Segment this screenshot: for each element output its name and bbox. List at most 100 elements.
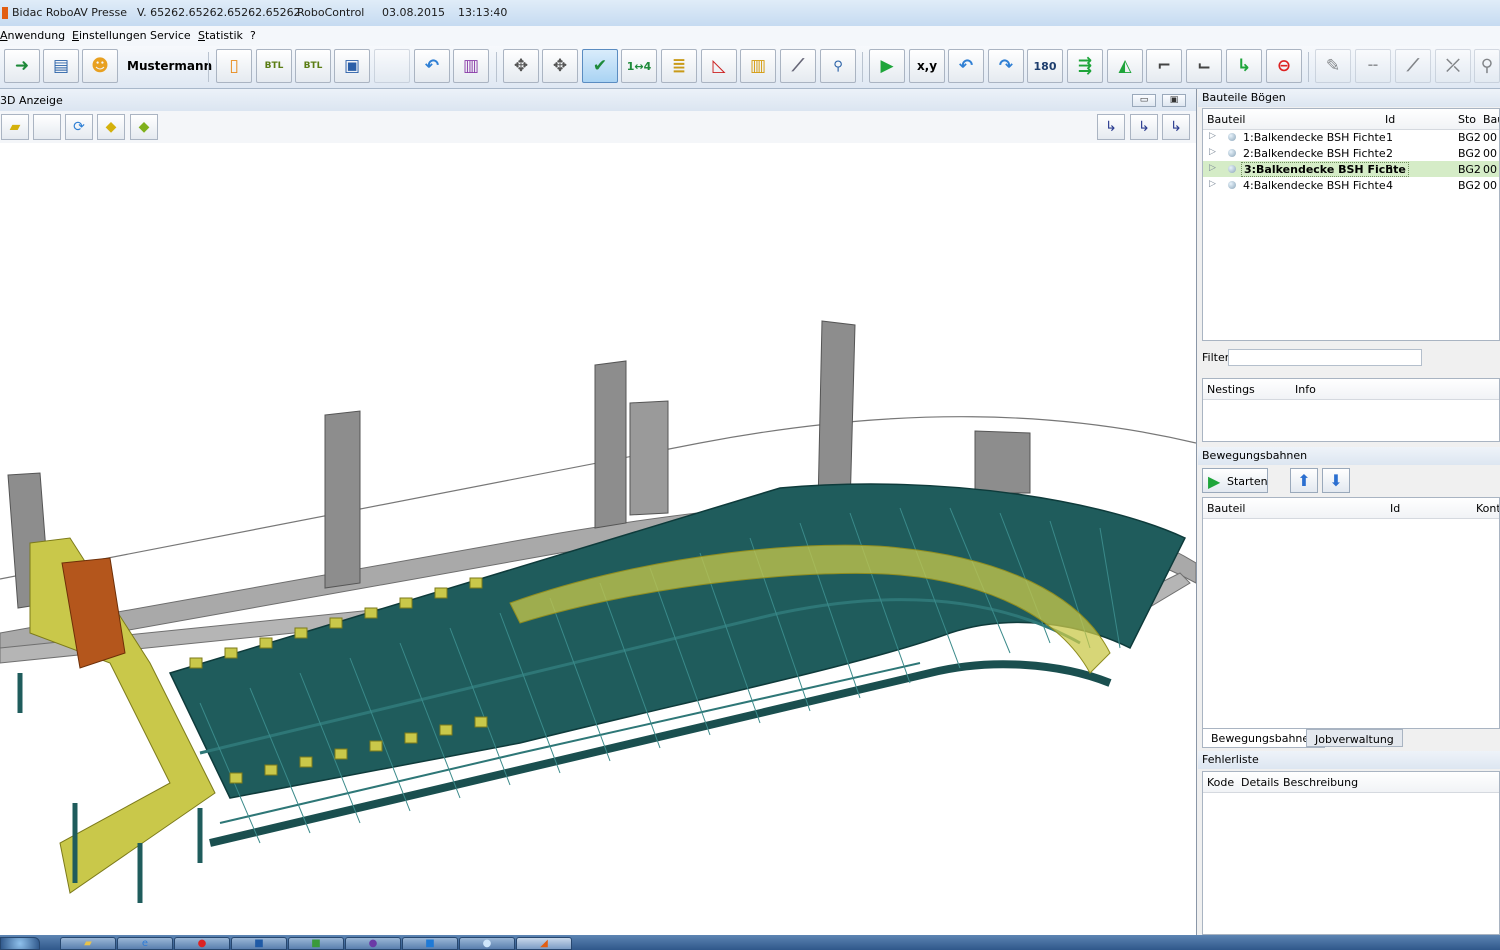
column-header-details[interactable]: Details (1241, 776, 1279, 789)
taskbar-app-globe[interactable]: ● (459, 937, 515, 950)
filter-input[interactable] (1228, 349, 1422, 366)
mirror-vertical-button[interactable]: ◭ (1107, 49, 1143, 83)
column-header-kode[interactable]: Kode (1207, 776, 1234, 789)
new-file-button[interactable]: ▯ (216, 49, 252, 83)
align-edge-button[interactable]: ⌙ (1186, 49, 1222, 83)
add-folder-button[interactable]: ▰ (1, 114, 29, 140)
btl-icon: BTL (264, 61, 284, 71)
user-button[interactable]: ☻ (82, 49, 118, 83)
line-cross-button[interactable]: ⤫ (1435, 49, 1471, 83)
column-header-bau[interactable]: Bau (1483, 113, 1499, 126)
rotate-hand-button[interactable]: ✥ (542, 49, 578, 83)
edit-path-button[interactable]: ⟋ (780, 49, 816, 83)
menu-statistik[interactable]: Statistik (198, 29, 243, 42)
move-xy-button[interactable]: x,y (909, 49, 945, 83)
menu-anwendung[interactable]: Anwendung (0, 29, 65, 42)
move-hand-button[interactable]: ✥ (503, 49, 539, 83)
bauteile-grid: Bauteil Id Sto Bau ▷ 1:Balkendecke BSH F… (1202, 108, 1500, 341)
move-origin-button[interactable]: ↳ (1226, 49, 1262, 83)
taskbar-app-purple[interactable]: ● (345, 937, 401, 950)
column-header-nestings[interactable]: Nestings (1207, 383, 1255, 396)
table-row[interactable]: ▷ 4:Balkendecke BSH Fichte 4 BG2 00 (1203, 177, 1499, 193)
align-corner-button[interactable]: ⌐ (1146, 49, 1182, 83)
column-header-bauteil[interactable]: Bauteil (1207, 502, 1245, 515)
login-button[interactable]: ➜ (4, 49, 40, 83)
blue-app-icon: ■ (425, 938, 435, 949)
line-diagonal-button[interactable]: ⟋ (1395, 49, 1431, 83)
mirror-horizontal-button[interactable]: ⇶ (1067, 49, 1103, 83)
run-button[interactable]: ▶ (869, 49, 905, 83)
undo-button[interactable]: ↶ (414, 49, 450, 83)
move-down-button[interactable]: ⬇ (1322, 468, 1350, 493)
show-parts-alt-button[interactable]: ◆ (130, 114, 158, 140)
right-panel: Bauteile Bögen Bauteil Id Sto Bau ▷ 1:Ba… (1198, 89, 1500, 935)
blank-button[interactable] (374, 49, 410, 83)
column-header-bauteil[interactable]: Bauteil (1207, 113, 1245, 126)
column-header-id[interactable]: Id (1385, 113, 1395, 126)
zoom-button[interactable]: ⚲ (820, 49, 856, 83)
tab-jobverwaltung[interactable]: Jobverwaltung (1306, 729, 1403, 747)
line-dashed-button[interactable]: ╌ (1355, 49, 1391, 83)
zoom-disabled-button[interactable]: ⚲ (1474, 49, 1500, 83)
menu-einstellungen[interactable]: Einstellungen (72, 29, 147, 42)
arrow-up-icon: ⬆ (1297, 471, 1311, 490)
menu-service[interactable]: Service (150, 29, 191, 42)
3d-viewport[interactable] (0, 143, 1197, 935)
column-header-info[interactable]: Info (1295, 383, 1316, 396)
database-button[interactable]: ▤ (43, 49, 79, 83)
view-axis-1-button[interactable]: ↳ (1097, 114, 1125, 140)
save-button[interactable]: ▣ (334, 49, 370, 83)
select-part-button[interactable]: ✔ (582, 49, 618, 83)
taskbar-explorer[interactable]: ▰ (60, 937, 116, 950)
path-edit-icon: ⟋ (792, 56, 804, 76)
edge-align-icon: ⌙ (1196, 56, 1212, 76)
expand-arrow-icon[interactable]: ▷ (1209, 131, 1216, 141)
menu-help[interactable]: ? (250, 29, 256, 42)
start-orb-button[interactable] (0, 937, 40, 950)
column-header-sto[interactable]: Sto (1458, 113, 1476, 126)
tools-button[interactable]: ✎ (1315, 49, 1351, 83)
refresh-icon: ⟳ (73, 119, 85, 135)
dashed-line-icon: ╌ (1367, 56, 1379, 76)
start-button[interactable]: ▶ Starten (1202, 468, 1268, 493)
expand-arrow-icon[interactable]: ▷ (1209, 163, 1216, 173)
rotate-left-button[interactable]: ↶ (948, 49, 984, 83)
grid-button[interactable]: ▥ (740, 49, 776, 83)
expand-arrow-icon[interactable]: ▷ (1209, 179, 1216, 189)
bewegungsbahnen-title: Bewegungsbahnen (1202, 449, 1308, 462)
taskbar-ie[interactable]: e (117, 937, 173, 950)
column-header-beschreibung[interactable]: Beschreibung (1283, 776, 1358, 789)
delete-part-button[interactable]: ⊖ (1266, 49, 1302, 83)
blank-view-button[interactable] (33, 114, 61, 140)
maximize-button[interactable]: ▣ (1162, 94, 1186, 107)
column-header-id[interactable]: Id (1390, 502, 1400, 515)
move-up-button[interactable]: ⬆ (1290, 468, 1318, 493)
table-row-selected[interactable]: ▷ 3:Balkendecke BSH Fichte 3 BG2 00 (1203, 161, 1499, 177)
rotate-right-button[interactable]: ↷ (988, 49, 1024, 83)
taskbar-roboav[interactable]: ◢ (516, 937, 572, 950)
expand-arrow-icon[interactable]: ▷ (1209, 147, 1216, 157)
sequence-button[interactable]: 1↔4 (621, 49, 657, 83)
clipboard-button[interactable]: ▥ (453, 49, 489, 83)
rotate-180-button[interactable]: 180 (1027, 49, 1063, 83)
taskbar-app-blue[interactable]: ■ (402, 937, 458, 950)
taskbar-app-green[interactable]: ■ (288, 937, 344, 950)
app-version: V. 65262.65262.65262.65262 (137, 6, 301, 19)
layers-button[interactable]: ≣ (661, 49, 697, 83)
btl-import-button[interactable]: BTL (256, 49, 292, 83)
measure-button[interactable]: ◺ (701, 49, 737, 83)
refresh-view-button[interactable]: ⟳ (65, 114, 93, 140)
minimize-button[interactable]: ▭ (1132, 94, 1156, 107)
taskbar-outlook[interactable]: ■ (231, 937, 287, 950)
table-row[interactable]: ▷ 2:Balkendecke BSH Fichte 2 BG2 00 (1203, 145, 1499, 161)
table-row[interactable]: ▷ 1:Balkendecke BSH Fichte 1 BG2 00 (1203, 129, 1499, 145)
view-axis-2-button[interactable]: ↳ (1130, 114, 1158, 140)
toolbar-separator (496, 52, 497, 82)
main-toolbar: ➜ ▤ ☻ Mustermann ▯ BTL BTL ▣ ↶ ▥ ✥ ✥ ✔ 1… (0, 46, 1500, 89)
show-parts-button[interactable]: ◆ (97, 114, 125, 140)
taskbar-app-red[interactable]: ● (174, 937, 230, 950)
btl-export-button[interactable]: BTL (295, 49, 331, 83)
view-axis-3-button[interactable]: ↳ (1162, 114, 1190, 140)
3d-view-header: 3D Anzeige ▭ ▣ (0, 89, 1196, 111)
column-header-kont[interactable]: Kont (1476, 502, 1499, 515)
